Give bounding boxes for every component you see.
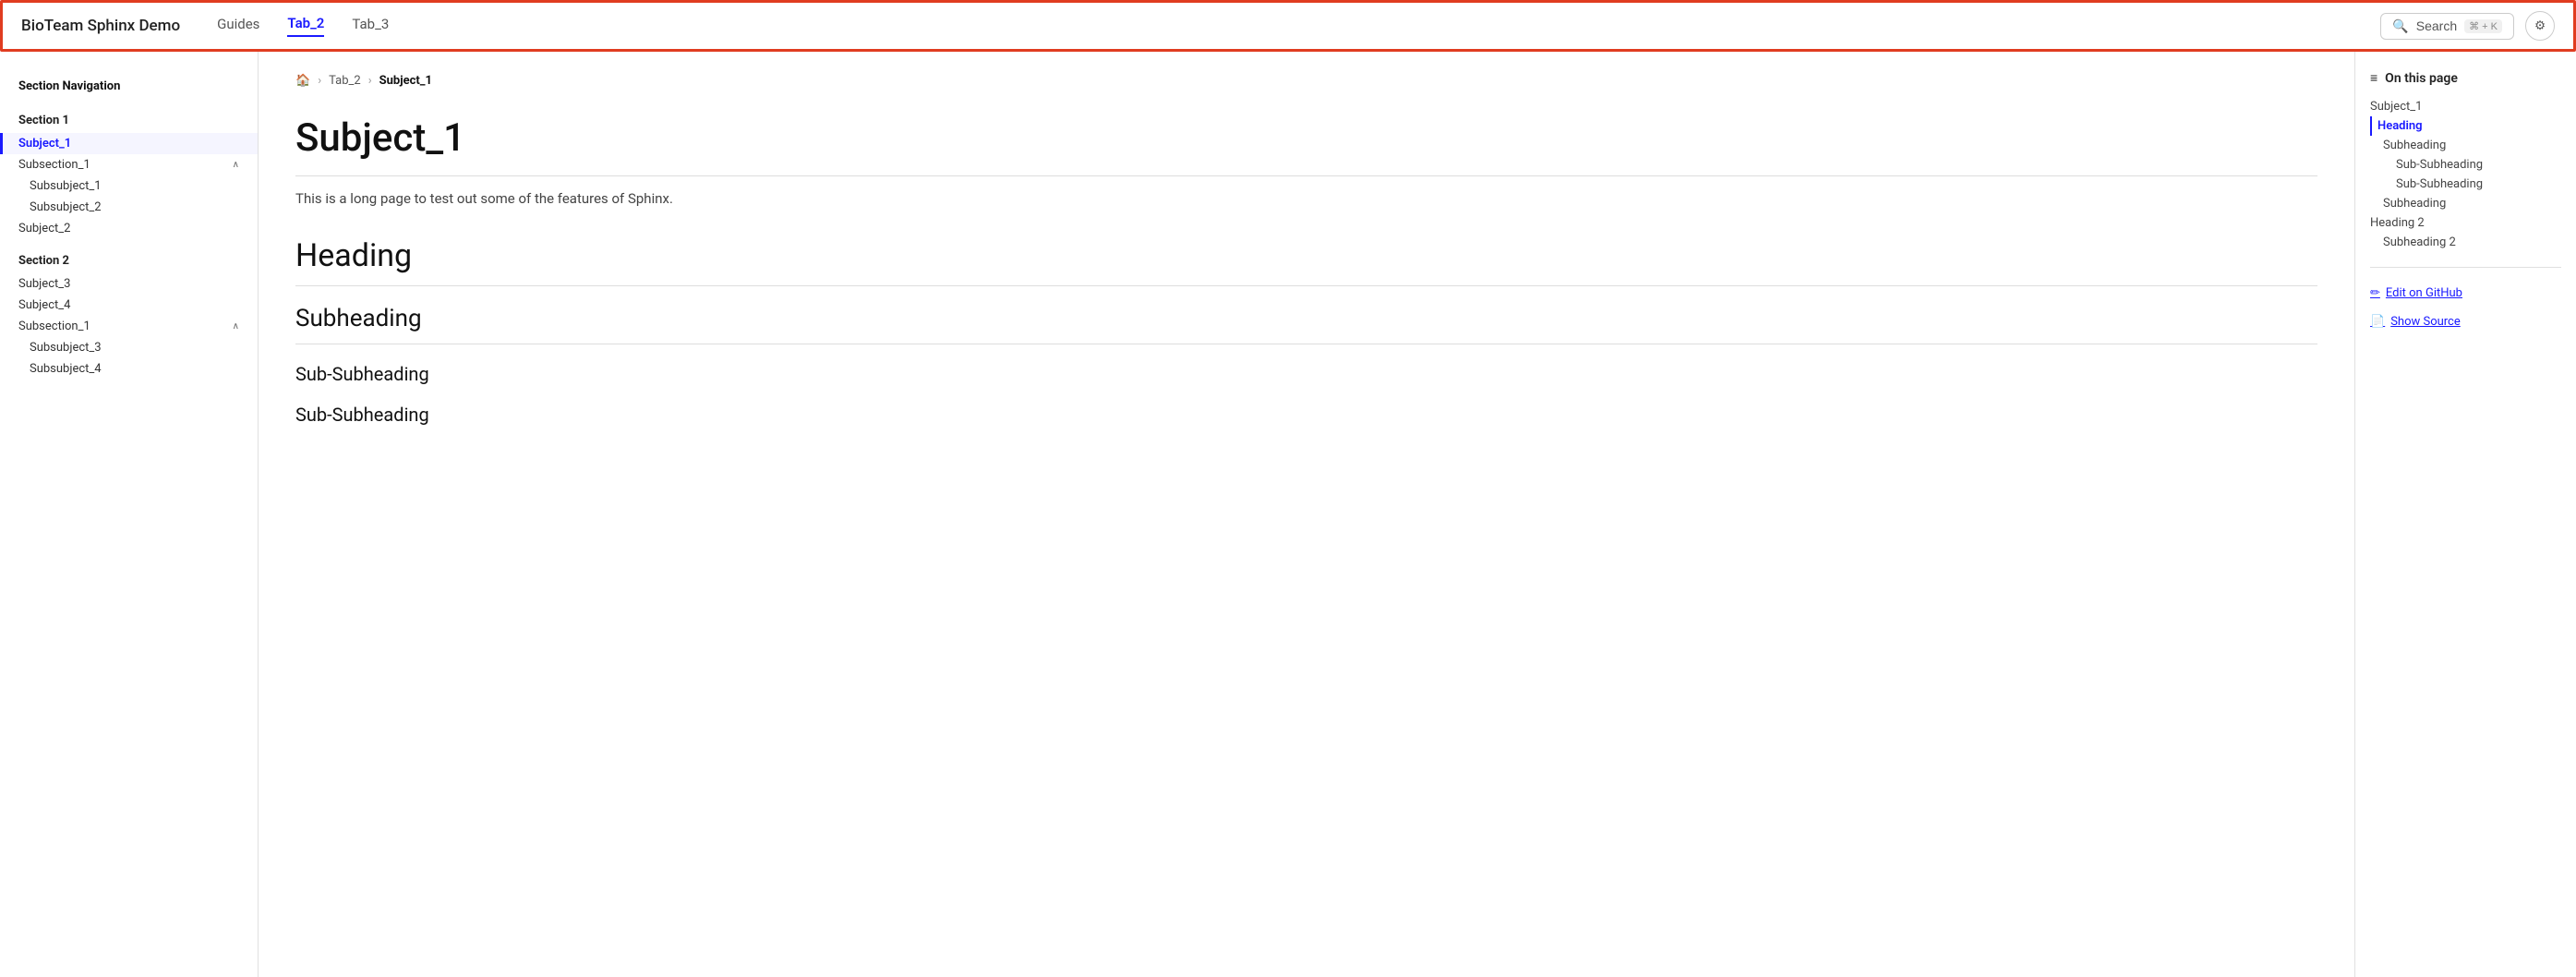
site-brand: BioTeam Sphinx Demo [21,17,180,35]
sidebar-item-subsubject3[interactable]: Subsubject_3 [0,337,258,358]
section-nav-title: Section Navigation [0,70,258,99]
home-icon[interactable]: 🏠 [295,74,310,88]
heading-section: Heading [295,237,2317,286]
search-shortcut: ⌘ + K [2464,19,2502,33]
toc-subheading-2[interactable]: Subheading [2370,194,2561,213]
toc-subsubheading-1[interactable]: Sub-Subheading [2370,155,2561,175]
sidebar-item-subsubject1[interactable]: Subsubject_1 [0,175,258,197]
section-2-header: Section 2 [0,239,258,273]
sidebar-item-subject3[interactable]: Subject_3 [0,273,258,295]
sidebar-item-subsubject2[interactable]: Subsubject_2 [0,197,258,218]
search-button[interactable]: 🔍 Search ⌘ + K [2380,13,2514,40]
page-intro: This is a long page to test out some of … [295,187,2317,210]
nav-tab-tab3[interactable]: Tab_3 [352,16,389,36]
toc-subsubheading-2[interactable]: Sub-Subheading [2370,175,2561,194]
body-layout: Section Navigation Section 1 Subject_1 S… [0,52,2576,977]
expand-icon-s2: ∧ [233,321,239,332]
toc-subject1[interactable]: Subject_1 [2370,97,2561,116]
list-icon: ≡ [2370,70,2377,86]
sidebar-item-subject2[interactable]: Subject_2 [0,218,258,239]
gear-icon: ⚙ [2534,18,2546,33]
show-source-link[interactable]: 📄 Show Source [2370,311,2561,332]
edit-on-github-link[interactable]: ✏ Edit on GitHub [2370,283,2561,304]
search-icon: 🔍 [2392,18,2408,34]
sidebar-item-subsection1[interactable]: Subsection_1 ∧ [0,154,258,175]
right-sidebar: ≡ On this page Subject_1 Heading Subhead… [2354,52,2576,977]
document-icon: 📄 [2370,315,2385,329]
pencil-icon: ✏ [2370,286,2380,300]
left-sidebar: Section Navigation Section 1 Subject_1 S… [0,52,259,977]
subsubheading-1: Sub-Subheading [295,363,2317,385]
toc-subheading-1[interactable]: Subheading [2370,136,2561,155]
subsubheading-2: Sub-Subheading [295,404,2317,426]
header-nav: Guides Tab_2 Tab_3 [217,15,2380,37]
page-title: Subject_1 [295,115,2317,176]
sidebar-item-subsection1-s2[interactable]: Subsection_1 ∧ [0,316,258,337]
main-content: 🏠 › Tab_2 › Subject_1 Subject_1 This is … [259,52,2354,977]
toc-divider [2370,267,2561,268]
search-label: Search [2416,18,2457,33]
nav-tab-tab2[interactable]: Tab_2 [287,15,324,37]
sidebar-item-subject4[interactable]: Subject_4 [0,295,258,316]
toc-subheading2[interactable]: Subheading 2 [2370,233,2561,252]
header: BioTeam Sphinx Demo Guides Tab_2 Tab_3 🔍… [0,0,2576,52]
settings-button[interactable]: ⚙ [2525,11,2555,41]
header-right: 🔍 Search ⌘ + K ⚙ [2380,11,2555,41]
toc-heading2[interactable]: Heading 2 [2370,213,2561,233]
on-this-page-label: On this page [2385,71,2458,86]
breadcrumb-tab2[interactable]: Tab_2 [329,74,361,88]
breadcrumb: 🏠 › Tab_2 › Subject_1 [295,74,2317,88]
section-1-header: Section 1 [0,99,258,133]
subheading-section: Subheading [295,305,2317,344]
nav-tab-guides[interactable]: Guides [217,16,259,36]
on-this-page-header: ≡ On this page [2370,70,2561,86]
expand-icon: ∧ [233,160,239,170]
sidebar-item-subject1[interactable]: Subject_1 [0,133,258,154]
toc-heading[interactable]: Heading [2370,116,2561,136]
breadcrumb-current: Subject_1 [379,74,432,88]
sidebar-item-subsubject4[interactable]: Subsubject_4 [0,358,258,380]
